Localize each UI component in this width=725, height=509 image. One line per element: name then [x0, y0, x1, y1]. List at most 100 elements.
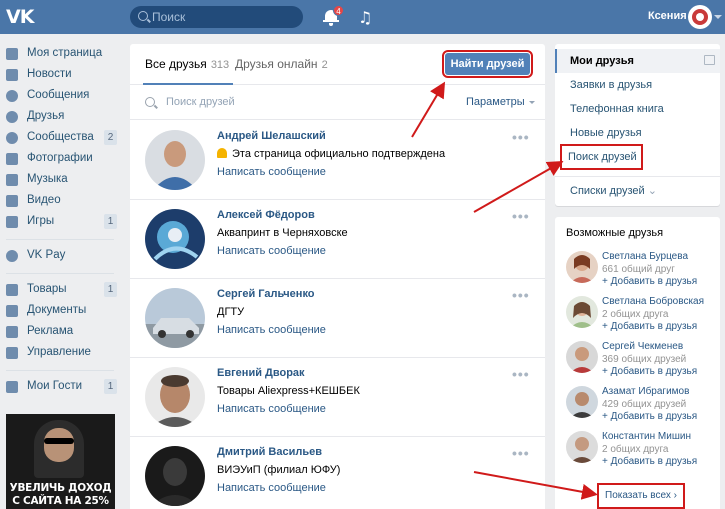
tab-friends-online[interactable]: Друзья онлайн 2 [235, 57, 328, 71]
more-icon[interactable]: ••• [512, 445, 530, 461]
sidebar-item-games[interactable]: Игры 1 [0, 212, 120, 233]
sidebar-item-video[interactable]: Видео [0, 191, 120, 212]
friend-row: Андрей Шелашский Эта страница официально… [130, 121, 545, 200]
menu-friend-requests[interactable]: Заявки в друзья [570, 79, 652, 91]
friend-subtitle: ВИЭУиП (филиал ЮФУ) [217, 464, 341, 476]
chevron-down-icon: ⌄ [647, 185, 657, 197]
write-message-link[interactable]: Написать сообщение [217, 245, 326, 257]
more-icon[interactable]: ••• [512, 366, 530, 382]
tab-all-friends[interactable]: Все друзья 313 [145, 57, 229, 71]
sidebar-item-guests[interactable]: Мои Гости 1 [0, 377, 120, 398]
ad-banner[interactable]: УВЕЛИЧЬ ДОХОД С САЙТА НА 25% [6, 414, 115, 509]
sidebar-item-vkpay[interactable]: VK Pay [0, 246, 120, 267]
music-note-icon [6, 174, 18, 186]
possible-friend-avatar[interactable] [566, 431, 598, 463]
possible-friend-avatar[interactable] [566, 341, 598, 373]
friends-search-input[interactable]: Поиск друзей [166, 96, 235, 108]
friends-panel: Все друзья 313 Друзья онлайн 2 Найти друзе… [130, 44, 545, 509]
more-icon[interactable]: ••• [512, 129, 530, 145]
sidebar-item-music[interactable]: Музыка [0, 170, 120, 191]
find-friends-button[interactable]: Найти друзей [442, 50, 533, 78]
communities-icon [6, 132, 18, 144]
gamepad-icon [6, 347, 18, 359]
sidebar-item-ads[interactable]: Реклама [0, 322, 120, 343]
camera-icon [6, 153, 18, 165]
possible-friend-avatar[interactable] [566, 251, 598, 283]
write-message-link[interactable]: Написать сообщение [217, 482, 326, 494]
possible-friend-name[interactable]: Светлана Бурцева [602, 251, 688, 262]
news-icon [6, 69, 18, 81]
possible-friend: Константин Мишин 2 общих друга + Добавит… [566, 431, 716, 475]
possible-friend: Азамат Ибрагимов 429 общих друзей + Доба… [566, 386, 716, 430]
add-friend-link[interactable]: + Добавить в друзья [602, 411, 697, 422]
menu-new-friends[interactable]: Новые друзья [570, 127, 642, 139]
sidebar-item-photos[interactable]: Фотографии [0, 149, 120, 170]
friends-menu: Мои друзья Заявки в друзья Телефонная кн… [555, 44, 720, 206]
chevron-down-icon[interactable] [714, 15, 722, 19]
vk-logo[interactable]: VK [6, 6, 34, 28]
show-all-button[interactable]: Показать всех › [597, 483, 685, 509]
calendar-icon[interactable] [704, 55, 715, 65]
friend-avatar[interactable] [145, 209, 205, 269]
write-message-link[interactable]: Написать сообщение [217, 403, 326, 415]
possible-friend-name[interactable]: Азамат Ибрагимов [602, 386, 689, 397]
left-sidebar: Моя страница Новости Сообщения Друзья Со… [0, 44, 120, 398]
add-friend-link[interactable]: + Добавить в друзья [602, 321, 697, 332]
top-bar: VK Поиск 4 ♫ Ксения [0, 0, 725, 34]
divider [6, 239, 114, 240]
music-icon[interactable]: ♫ [358, 8, 372, 27]
friend-name[interactable]: Сергей Гальченко [217, 288, 315, 300]
possible-friend-name[interactable]: Константин Мишин [602, 431, 691, 442]
friend-subtitle: Аквапринт в Черняховске [217, 227, 348, 239]
friend-name[interactable]: Андрей Шелашский [217, 130, 326, 142]
possible-friend-avatar[interactable] [566, 296, 598, 328]
mutual-friends: 661 общий друг [602, 264, 675, 275]
friend-row: Дмитрий Васильев ВИЭУиП (филиал ЮФУ) Нап… [130, 437, 545, 509]
possible-friend-name[interactable]: Сергей Чекменев [602, 341, 683, 352]
menu-search-friends[interactable]: Поиск друзей [568, 151, 637, 163]
active-tab-indicator [143, 83, 233, 85]
write-message-link[interactable]: Написать сообщение [217, 324, 326, 336]
more-icon[interactable]: ••• [512, 208, 530, 224]
menu-phone-book[interactable]: Телефонная книга [570, 103, 664, 115]
mutual-friends: 429 общих друзей [602, 399, 687, 410]
user-name[interactable]: Ксения [648, 10, 687, 22]
search-input[interactable]: Поиск [130, 6, 303, 28]
sidebar-item-friends[interactable]: Друзья [0, 107, 120, 128]
user-avatar[interactable] [688, 5, 712, 29]
friend-avatar[interactable] [145, 288, 205, 348]
possible-friend-name[interactable]: Светлана Бобровская [602, 296, 704, 307]
notifications-bell-icon[interactable]: 4 [323, 5, 344, 26]
friend-subtitle: Эта страница официально подтверждена [217, 148, 445, 160]
sidebar-item-documents[interactable]: Документы [0, 301, 120, 322]
friend-name[interactable]: Евгений Дворак [217, 367, 305, 379]
sidebar-item-communities[interactable]: Сообщества 2 [0, 128, 120, 149]
sidebar-item-messages[interactable]: Сообщения [0, 86, 120, 107]
messages-icon [6, 90, 18, 102]
mutual-friends: 2 общих друга [602, 309, 669, 320]
sidebar-item-news[interactable]: Новости [0, 65, 120, 86]
goods-icon [6, 284, 18, 296]
sidebar-item-goods[interactable]: Товары 1 [0, 280, 120, 301]
more-icon[interactable]: ••• [512, 287, 530, 303]
friend-name[interactable]: Алексей Фёдоров [217, 209, 315, 221]
params-dropdown[interactable]: Параметры [466, 96, 535, 108]
possible-friend-avatar[interactable] [566, 386, 598, 418]
friend-name[interactable]: Дмитрий Васильев [217, 446, 322, 458]
games-icon [6, 216, 18, 228]
menu-my-friends[interactable]: Мои друзья [570, 55, 634, 67]
add-friend-link[interactable]: + Добавить в друзья [602, 366, 697, 377]
search-placeholder: Поиск [152, 10, 186, 24]
add-friend-link[interactable]: + Добавить в друзья [602, 456, 697, 467]
friend-subtitle: Товары Aliexpress+КЕШБЕК [217, 385, 360, 397]
divider [6, 273, 114, 274]
sidebar-item-management[interactable]: Управление [0, 343, 120, 364]
mutual-friends: 2 общих друга [602, 444, 669, 455]
friend-avatar[interactable] [145, 367, 205, 427]
friend-avatar[interactable] [145, 130, 205, 190]
sidebar-item-my-page[interactable]: Моя страница [0, 44, 120, 65]
friend-avatar[interactable] [145, 446, 205, 506]
menu-friend-lists[interactable]: Списки друзей ⌄ [570, 184, 657, 197]
add-friend-link[interactable]: + Добавить в друзья [602, 276, 697, 287]
write-message-link[interactable]: Написать сообщение [217, 166, 326, 178]
